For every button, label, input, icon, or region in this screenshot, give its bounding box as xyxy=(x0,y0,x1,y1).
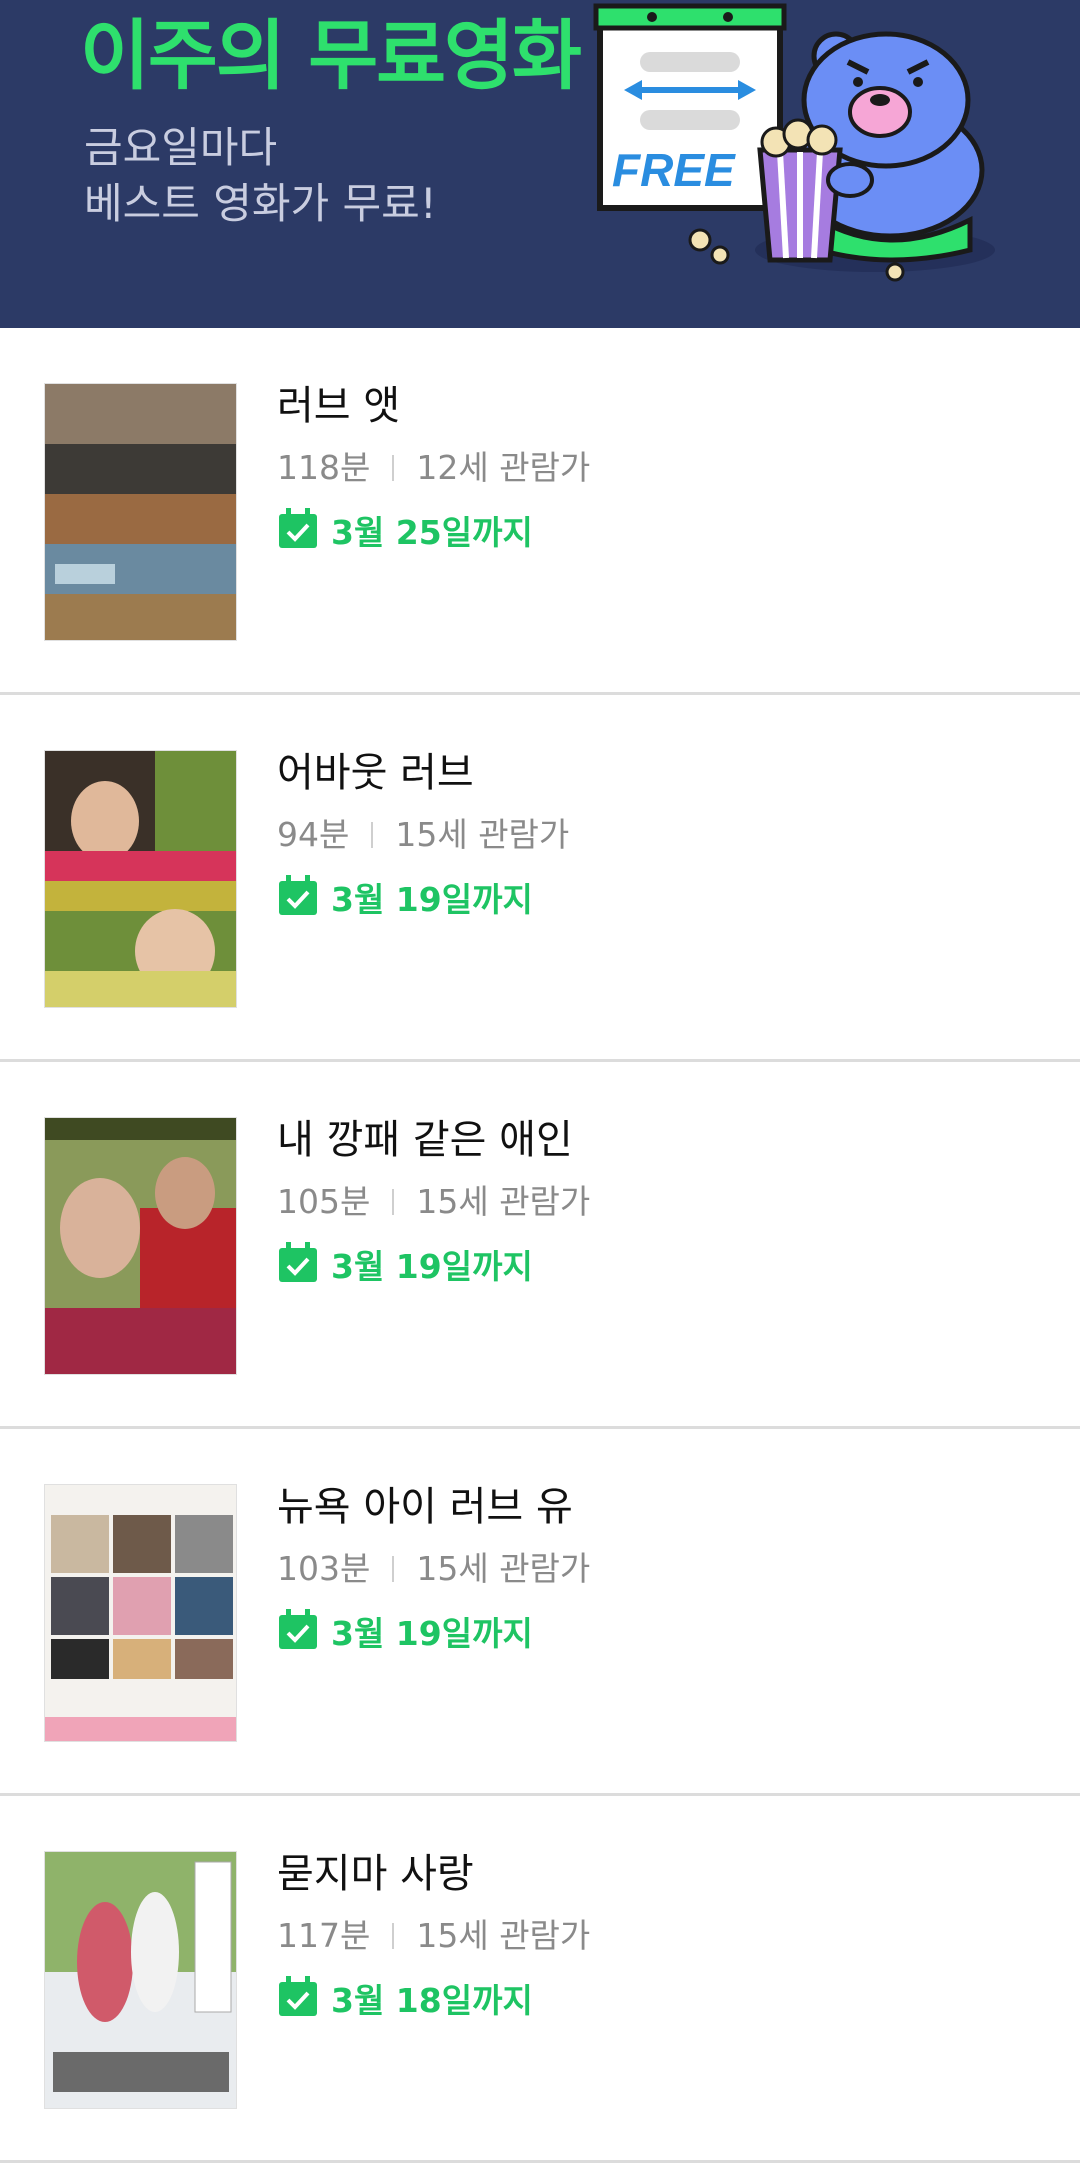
deadline-text: 3월 19일까지 xyxy=(331,880,533,919)
movie-title[interactable]: 뉴욕 아이 러브 유 xyxy=(277,1479,573,1535)
movie-title[interactable]: 러브 앳 xyxy=(277,378,400,434)
calendar-check-icon xyxy=(279,875,317,915)
banner-title: 이주의 무료영화 xyxy=(80,11,582,100)
movie-rating: 15세 관람가 xyxy=(416,1916,591,1955)
meta-divider xyxy=(392,1556,395,1582)
free-sign-text: FREE xyxy=(612,144,736,196)
banner-subtitle-line2: 베스트 영화가 무료! xyxy=(84,179,437,228)
movie-list-item[interactable]: 내 깡패 같은 애인 105분 15세 관람가 3월 19일까지 xyxy=(0,1062,1080,1429)
movie-runtime: 105분 xyxy=(277,1182,371,1221)
free-deadline: 3월 19일까지 xyxy=(277,1609,533,1658)
calendar-check-icon xyxy=(279,508,317,548)
movie-list-item[interactable]: 묻지마 사랑 117분 15세 관람가 3월 18일까지 xyxy=(0,1796,1080,2163)
movie-list-item[interactable]: 어바웃 러브 94분 15세 관람가 3월 19일까지 xyxy=(0,695,1080,1062)
deadline-text: 3월 19일까지 xyxy=(331,1614,533,1653)
calendar-check-icon xyxy=(279,1242,317,1282)
calendar-check-icon xyxy=(279,1976,317,2016)
movie-title[interactable]: 내 깡패 같은 애인 xyxy=(277,1112,573,1168)
free-deadline: 3월 25일까지 xyxy=(277,508,533,557)
movie-poster[interactable] xyxy=(44,1117,237,1375)
movie-runtime: 94분 xyxy=(277,815,350,854)
movie-meta: 103분 15세 관람가 xyxy=(277,1545,590,1593)
movie-poster[interactable] xyxy=(44,383,237,641)
meta-divider xyxy=(371,822,374,848)
free-deadline: 3월 19일까지 xyxy=(277,1242,533,1291)
movie-rating: 15세 관람가 xyxy=(416,1549,591,1588)
movie-title[interactable]: 어바웃 러브 xyxy=(277,745,474,801)
deadline-text: 3월 18일까지 xyxy=(331,1981,533,2020)
movie-meta: 94분 15세 관람가 xyxy=(277,811,569,859)
promo-banner[interactable]: 이주의 무료영화 금요일마다 베스트 영화가 무료! FREE xyxy=(0,0,1080,328)
movie-rating: 15세 관람가 xyxy=(395,815,570,854)
movie-meta: 118분 12세 관람가 xyxy=(277,444,590,492)
movie-poster[interactable] xyxy=(44,1851,237,2109)
banner-subtitle-line1: 금요일마다 xyxy=(84,123,278,172)
movie-rating: 15세 관람가 xyxy=(416,1182,591,1221)
movie-runtime: 103분 xyxy=(277,1549,371,1588)
movie-list-item[interactable]: 러브 앳 118분 12세 관람가 3월 25일까지 xyxy=(0,328,1080,695)
meta-divider xyxy=(392,1189,395,1215)
movie-list-item[interactable]: 뉴욕 아이 러브 유 103분 15세 관람가 3월 19일까지 xyxy=(0,1429,1080,1796)
movie-meta: 117분 15세 관람가 xyxy=(277,1912,590,1960)
movie-list: 러브 앳 118분 12세 관람가 3월 25일까지 어바웃 러브 94분 15… xyxy=(0,328,1080,2163)
deadline-text: 3월 19일까지 xyxy=(331,1247,533,1286)
meta-divider xyxy=(392,455,395,481)
bear-mascot-illustration: FREE xyxy=(593,3,995,282)
movie-meta: 105분 15세 관람가 xyxy=(277,1178,590,1226)
movie-rating: 12세 관람가 xyxy=(416,448,591,487)
movie-runtime: 118분 xyxy=(277,448,371,487)
movie-runtime: 117분 xyxy=(277,1916,371,1955)
free-deadline: 3월 19일까지 xyxy=(277,875,533,924)
calendar-check-icon xyxy=(279,1609,317,1649)
movie-title[interactable]: 묻지마 사랑 xyxy=(277,1846,474,1902)
movie-poster[interactable] xyxy=(44,1484,237,1742)
free-deadline: 3월 18일까지 xyxy=(277,1976,533,2025)
movie-poster[interactable] xyxy=(44,750,237,1008)
deadline-text: 3월 25일까지 xyxy=(331,513,533,552)
meta-divider xyxy=(392,1923,395,1949)
